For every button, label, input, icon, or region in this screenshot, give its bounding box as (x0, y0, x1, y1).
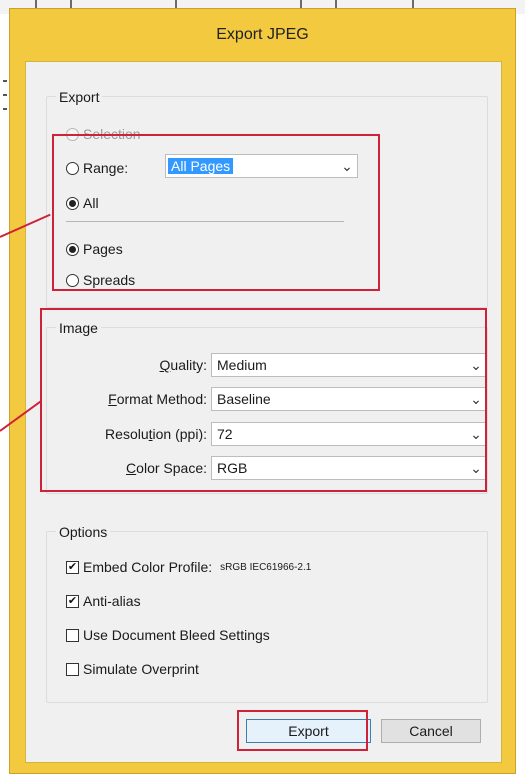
options-group: Options Embed Color Profile: sRGB IEC619… (46, 523, 488, 703)
all-label: All (83, 195, 99, 211)
format-method-select[interactable]: Baseline ⌄ (211, 387, 487, 411)
pages-label: Pages (83, 241, 123, 257)
color-space-select[interactable]: RGB ⌄ (211, 456, 487, 480)
range-label: Range: (83, 160, 129, 176)
embed-color-profile-checkbox[interactable]: Embed Color Profile: sRGB IEC61966-2.1 (66, 556, 311, 578)
quality-label: Quality: (159, 357, 207, 373)
chevron-down-icon: ⌄ (470, 459, 482, 476)
embed-color-profile-value: sRGB IEC61966-2.1 (220, 561, 312, 573)
color-space-value: RGB (217, 460, 248, 476)
all-radio-dot[interactable] (66, 196, 79, 210)
quality-select[interactable]: Medium ⌄ (211, 353, 487, 377)
embed-color-profile-box[interactable] (66, 560, 79, 574)
range-select-value: All Pages (168, 158, 234, 174)
resolution-select[interactable]: 72 ⌄ (211, 422, 487, 446)
anti-alias-label: Anti-alias (83, 593, 141, 609)
spreads-radio-dot[interactable] (66, 273, 79, 287)
resolution-label: Resolution (ppi): (105, 426, 207, 442)
options-group-label: Options (56, 523, 111, 541)
chevron-down-icon: ⌄ (470, 356, 482, 373)
range-radio[interactable]: Range: (66, 157, 128, 179)
embed-color-profile-label: Embed Color Profile: (83, 559, 213, 575)
simulate-overprint-label: Simulate Overprint (83, 661, 199, 677)
export-button[interactable]: Export (246, 719, 371, 743)
export-jpeg-dialog: Export JPEG Export Selection Range: All … (9, 8, 516, 774)
export-group-label: Export (56, 88, 103, 106)
export-divider (66, 221, 344, 222)
format-method-label: Format Method: (108, 391, 207, 407)
chevron-down-icon: ⌄ (470, 390, 482, 407)
image-group-label: Image (56, 319, 101, 337)
format-method-value: Baseline (217, 391, 271, 407)
cancel-button[interactable]: Cancel (381, 719, 481, 743)
bleed-settings-box[interactable] (66, 628, 79, 642)
range-select[interactable]: All Pages ⌄ (165, 154, 358, 178)
chevron-down-icon: ⌄ (470, 425, 482, 442)
simulate-overprint-box[interactable] (66, 662, 79, 676)
range-radio-dot[interactable] (66, 161, 79, 175)
chevron-down-icon: ⌄ (341, 157, 353, 174)
resolution-value: 72 (217, 426, 233, 442)
selection-radio[interactable]: Selection (66, 123, 141, 145)
dialog-title: Export JPEG (216, 26, 309, 43)
spreads-radio[interactable]: Spreads (66, 269, 135, 291)
quality-value: Medium (217, 357, 267, 373)
bleed-settings-checkbox[interactable]: Use Document Bleed Settings (66, 624, 270, 646)
dialog-content: Export Selection Range: All Pages ⌄ All (25, 61, 502, 763)
pages-radio[interactable]: Pages (66, 238, 123, 260)
simulate-overprint-checkbox[interactable]: Simulate Overprint (66, 658, 199, 680)
bleed-settings-label: Use Document Bleed Settings (83, 627, 270, 643)
color-space-label: Color Space: (126, 460, 207, 476)
pages-radio-dot[interactable] (66, 242, 79, 256)
selection-radio-dot[interactable] (66, 127, 79, 141)
spreads-label: Spreads (83, 272, 136, 288)
anti-alias-box[interactable] (66, 594, 79, 608)
all-radio[interactable]: All (66, 192, 99, 214)
export-group: Export Selection Range: All Pages ⌄ All (46, 88, 488, 308)
selection-label: Selection (83, 126, 141, 142)
anti-alias-checkbox[interactable]: Anti-alias (66, 590, 141, 612)
image-group: Image Quality: Medium ⌄ Format Method: B… (46, 319, 488, 494)
